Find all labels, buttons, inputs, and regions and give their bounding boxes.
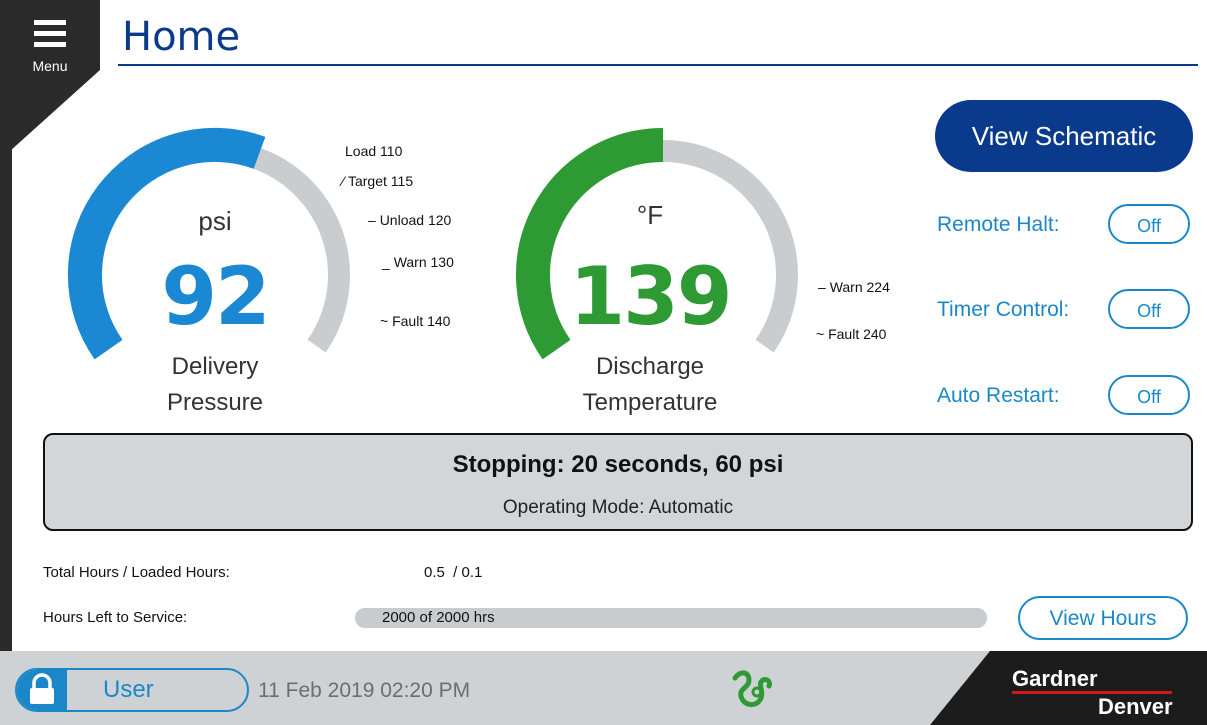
brand-name-line1: Gardner xyxy=(1012,666,1098,691)
pressure-tick-target: ⁄ Target 115 xyxy=(342,173,414,189)
timer-control-label: Timer Control: xyxy=(937,298,1070,321)
total-hours-value: 0.5 / 0.1 xyxy=(424,564,483,581)
hamburger-icon xyxy=(34,20,66,47)
remote-halt-label: Remote Halt: xyxy=(937,213,1060,236)
service-hours-label: Hours Left to Service: xyxy=(43,609,188,626)
auto-restart-label: Auto Restart: xyxy=(937,384,1060,407)
page-title: Home xyxy=(122,14,241,60)
status-message: Stopping: 20 seconds, 60 psi xyxy=(452,451,784,478)
user-label: User xyxy=(103,676,154,703)
timer-control-toggle[interactable]: Off xyxy=(1108,289,1190,329)
menu-label: Menu xyxy=(32,58,68,74)
pressure-unit: psi xyxy=(198,206,232,236)
pressure-tick-warn: _ Warn 130 xyxy=(382,254,454,270)
lock-icon xyxy=(17,670,67,710)
total-hours-label: Total Hours / Loaded Hours: xyxy=(43,564,230,581)
temperature-label-line1: Discharge xyxy=(595,353,705,380)
pressure-tick-fault: ~ Fault 140 xyxy=(380,313,451,329)
temperature-tick-fault: ~ Fault 240 xyxy=(816,326,887,342)
pressure-value: 92 xyxy=(161,250,270,343)
brand-name-line2: Denver xyxy=(1098,694,1173,719)
status-panel: Stopping: 20 seconds, 60 psi Operating M… xyxy=(43,433,1193,531)
swirl-logo-icon xyxy=(732,670,772,707)
view-schematic-button[interactable]: View Schematic xyxy=(935,100,1193,172)
view-hours-button[interactable]: View Hours xyxy=(1018,596,1188,640)
service-hours-value: 2000 of 2000 hrs xyxy=(382,609,495,626)
remote-halt-toggle[interactable]: Off xyxy=(1108,204,1190,244)
temperature-value: 139 xyxy=(569,250,733,343)
title-divider xyxy=(118,64,1198,66)
user-button[interactable]: User xyxy=(15,668,249,712)
date-time: 11 Feb 2019 02:20 PM xyxy=(258,679,471,702)
auto-restart-toggle[interactable]: Off xyxy=(1108,375,1190,415)
pressure-label-line1: Delivery xyxy=(171,353,259,380)
temperature-label-line2: Temperature xyxy=(582,389,718,416)
pressure-label-line2: Pressure xyxy=(166,389,264,416)
operating-mode: Operating Mode: Automatic xyxy=(502,497,734,518)
temperature-unit: °F xyxy=(636,200,664,230)
temperature-tick-warn: – Warn 224 xyxy=(818,279,890,295)
pressure-tick-load: Load 110 xyxy=(345,143,403,159)
pressure-tick-unload: – Unload 120 xyxy=(368,212,452,228)
